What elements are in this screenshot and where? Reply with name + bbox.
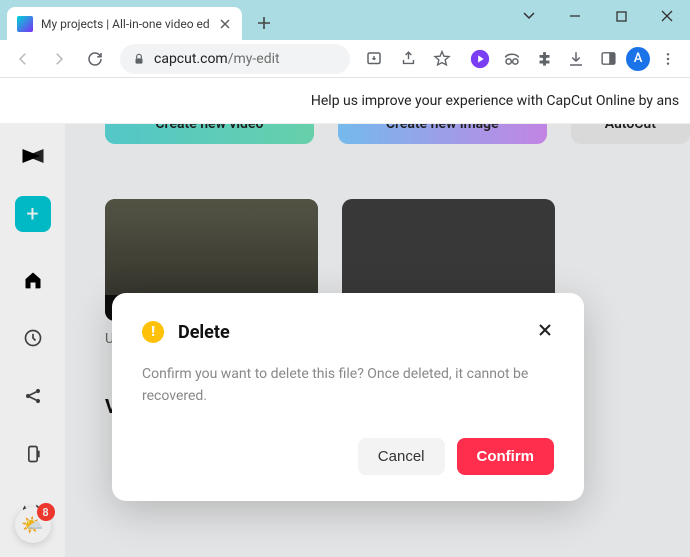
sidebar-home-icon[interactable] [17,264,49,296]
tab-close-button[interactable] [218,17,232,31]
window-dropdown-icon[interactable] [506,0,552,32]
feedback-sun-button[interactable]: 🌤️8 [15,507,51,543]
create-button[interactable]: + [15,196,51,232]
extensions-icon[interactable] [530,45,558,73]
window-maximize-button[interactable] [598,0,644,32]
lock-icon [132,52,146,66]
page: Help us improve your experience with Cap… [0,78,690,557]
sidebar-device-icon[interactable] [17,438,49,470]
sidebar: + 🌤️8 [0,124,65,557]
window-controls [506,0,690,35]
confirm-button[interactable]: Confirm [457,438,555,475]
tab-title: My projects | All-in-one video ed [41,17,210,31]
dialog-body: Confirm you want to delete this file? On… [142,363,554,408]
dialog-close-button[interactable] [532,317,558,343]
delete-dialog: ! Delete Confirm you want to delete this… [112,293,584,501]
toolbar-actions: A [466,45,682,73]
new-tab-button[interactable] [250,9,278,37]
window-titlebar: My projects | All-in-one video ed [0,0,690,40]
forward-button[interactable] [44,44,74,74]
incognito-icon[interactable] [498,45,526,73]
dialog-title: Delete [178,322,230,343]
create-row: Create new video Create new image AutoCu… [105,124,690,144]
address-bar[interactable]: capcut.com/my-edit [120,44,350,74]
cancel-button[interactable]: Cancel [358,438,445,475]
warning-icon: ! [142,321,164,343]
url-text: capcut.com/my-edit [154,51,280,67]
sidebar-share-icon[interactable] [17,380,49,412]
create-video-card[interactable]: Create new video [105,124,314,144]
reload-button[interactable] [80,44,110,74]
sun-badge: 8 [37,503,55,521]
sidebar-recent-icon[interactable] [17,322,49,354]
dialog-actions: Cancel Confirm [142,438,554,475]
kebab-menu-icon[interactable] [654,45,682,73]
back-button[interactable] [8,44,38,74]
window-minimize-button[interactable] [552,0,598,32]
autocut-card[interactable]: AutoCut [571,124,690,144]
browser-toolbar: capcut.com/my-edit A [0,40,690,78]
install-app-icon[interactable] [360,45,388,73]
downloads-icon[interactable] [562,45,590,73]
capcut-favicon [17,16,33,32]
bookmark-star-icon[interactable] [428,45,456,73]
media-play-icon[interactable] [466,45,494,73]
create-image-card[interactable]: Create new image [338,124,547,144]
feedback-banner: Help us improve your experience with Cap… [0,78,690,124]
side-panel-icon[interactable] [594,45,622,73]
profile-avatar[interactable]: A [626,47,650,71]
share-icon[interactable] [394,45,422,73]
window-close-button[interactable] [644,0,690,32]
browser-tab[interactable]: My projects | All-in-one video ed [7,7,242,40]
capcut-logo[interactable] [19,142,47,170]
